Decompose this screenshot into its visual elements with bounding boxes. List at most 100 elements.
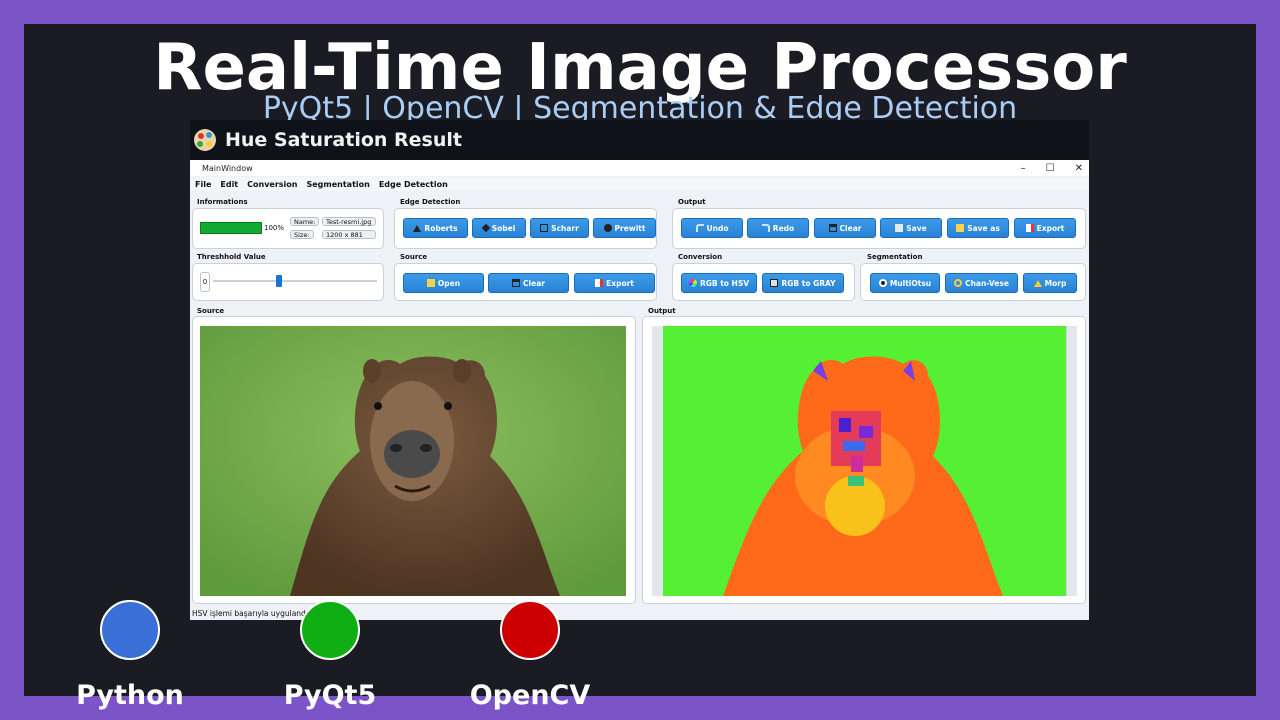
save-button-label: Save <box>906 223 927 233</box>
output-view-label: Output <box>648 307 676 315</box>
edge-detection-label: Edge Detection <box>400 198 461 206</box>
pyqt5-color-dot <box>300 600 360 660</box>
output-export-button[interactable]: Export <box>1014 218 1076 238</box>
opencv-color-dot <box>500 600 560 660</box>
python-color-dot <box>100 600 160 660</box>
window-titlebar: MainWindow – ☐ ✕ <box>190 160 1089 176</box>
menu-segmentation[interactable]: Segmentation <box>306 180 369 189</box>
progress-bar <box>200 222 262 234</box>
output-scrollbar[interactable] <box>1066 326 1077 596</box>
output-left-scrollbar[interactable] <box>652 326 663 596</box>
triangle-icon <box>413 224 422 232</box>
source-image <box>200 326 626 596</box>
undo-button-label: Undo <box>706 223 729 233</box>
threshold-slider-handle[interactable] <box>275 275 282 287</box>
menu-file[interactable]: File <box>195 180 211 189</box>
basket-icon <box>512 279 521 287</box>
target-icon <box>878 279 887 287</box>
morp-button[interactable]: Morp <box>1023 273 1077 293</box>
menu-bar: File Edit Conversion Segmentation Edge D… <box>190 177 1089 191</box>
source-group-label: Source <box>400 253 428 261</box>
name-label: Name: <box>290 217 320 226</box>
square-icon <box>540 224 549 232</box>
app-screenshot: Hue Saturation Result MainWindow – ☐ ✕ F… <box>190 120 1089 620</box>
save-as-button-label: Save as <box>967 223 1000 233</box>
screenshot-header-title: Hue Saturation Result <box>225 129 462 151</box>
menu-edge-detection[interactable]: Edge Detection <box>379 180 448 189</box>
save-as-button[interactable]: Save as <box>947 218 1009 238</box>
ring-icon <box>954 279 963 287</box>
sobel-button[interactable]: Sobel <box>472 218 526 238</box>
circle-icon <box>603 224 612 232</box>
source-clear-label: Clear <box>523 278 545 288</box>
multiotsu-label: MultiOtsu <box>889 278 932 288</box>
redo-button-label: Redo <box>772 223 795 233</box>
diamond-icon <box>481 223 490 233</box>
close-icon[interactable]: ✕ <box>1075 163 1083 174</box>
minimize-icon[interactable]: – <box>1021 163 1026 174</box>
scharr-button[interactable]: Scharr <box>530 218 589 238</box>
output-clear-button[interactable]: Clear <box>814 218 876 238</box>
menu-conversion[interactable]: Conversion <box>247 180 297 189</box>
chan-vese-label: Chan-Vese <box>965 278 1009 288</box>
source-view-label: Source <box>197 307 225 315</box>
window-title: MainWindow <box>202 163 253 173</box>
opencv-label: OpenCV <box>469 680 591 711</box>
maximize-icon[interactable]: ☐ <box>1046 163 1055 174</box>
output-group-label: Output <box>678 198 706 206</box>
threshold-spinbox[interactable]: 0 <box>200 272 210 292</box>
tech-opencv: OpenCV <box>450 600 610 711</box>
threshold-group <box>192 263 384 301</box>
rgb-to-hsv-button[interactable]: RGB to HSV <box>681 273 757 293</box>
undo-button[interactable]: Undo <box>681 218 743 238</box>
prewitt-button-label: Prewitt <box>614 223 646 233</box>
folder-icon <box>956 224 965 232</box>
threshold-slider-track[interactable] <box>213 280 377 282</box>
folder-open-icon <box>426 279 435 287</box>
conversion-label: Conversion <box>678 253 723 261</box>
redo-icon <box>761 224 770 232</box>
output-export-label: Export <box>1036 223 1065 233</box>
rgb-to-gray-label: RGB to GRAY <box>781 278 836 288</box>
rgb-to-gray-button[interactable]: RGB to GRAY <box>762 273 844 293</box>
tech-pyqt5: PyQt5 <box>250 600 410 711</box>
python-label: Python <box>76 680 184 711</box>
open-button-label: Open <box>437 278 461 288</box>
source-export-button[interactable]: Export <box>574 273 655 293</box>
segmentation-label: Segmentation <box>867 253 923 261</box>
size-label: Size: <box>290 230 314 239</box>
undo-icon <box>695 224 704 232</box>
multiotsu-button[interactable]: MultiOtsu <box>870 273 940 293</box>
screenshot-header: Hue Saturation Result <box>190 120 1089 160</box>
save-button[interactable]: Save <box>880 218 942 238</box>
progress-text: 100% <box>264 224 285 232</box>
export-file-icon <box>595 279 604 287</box>
scharr-button-label: Scharr <box>551 223 579 233</box>
tech-python: Python <box>50 600 210 711</box>
warning-icon <box>1033 279 1042 287</box>
save-icon <box>895 224 904 232</box>
morp-label: Morp <box>1044 278 1067 288</box>
sobel-button-label: Sobel <box>491 223 516 233</box>
prewitt-button[interactable]: Prewitt <box>593 218 656 238</box>
source-clear-button[interactable]: Clear <box>488 273 569 293</box>
menu-edit[interactable]: Edit <box>220 180 238 189</box>
source-export-label: Export <box>606 278 634 288</box>
export-file-icon <box>1025 224 1034 232</box>
rgb-to-hsv-label: RGB to HSV <box>699 278 750 288</box>
open-button[interactable]: Open <box>403 273 484 293</box>
roberts-button[interactable]: Roberts <box>403 218 468 238</box>
pyqt5-label: PyQt5 <box>283 680 377 711</box>
color-wheel-icon <box>688 279 697 287</box>
redo-button[interactable]: Redo <box>747 218 809 238</box>
chan-vese-button[interactable]: Chan-Vese <box>945 273 1018 293</box>
basket-icon <box>828 224 837 232</box>
roberts-button-label: Roberts <box>424 223 458 233</box>
name-value: Test-resmi.jpg <box>322 217 376 226</box>
image-icon <box>770 279 779 287</box>
threshold-label: Threshhold Value <box>197 253 266 261</box>
size-value: 1200 x 881 <box>322 230 376 239</box>
informations-label: Informations <box>197 198 248 206</box>
output-clear-label: Clear <box>839 223 862 233</box>
palette-icon <box>194 129 216 151</box>
